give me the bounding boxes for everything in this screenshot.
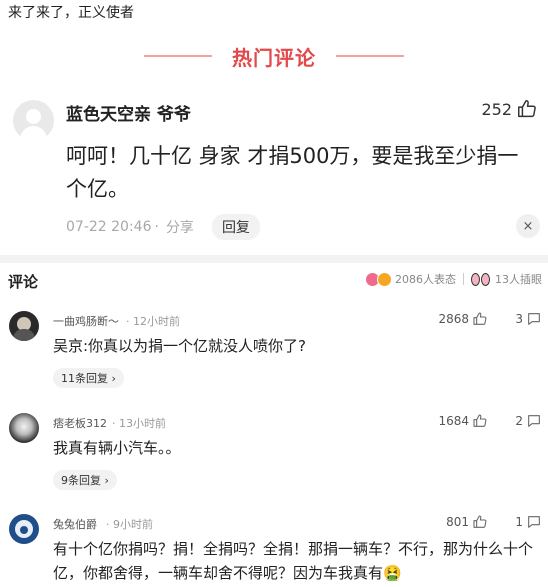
- comment-reply-button[interactable]: 2: [515, 413, 542, 429]
- comment-bubble-icon: [528, 415, 540, 427]
- comment-time: · 13小时前: [112, 417, 166, 430]
- thumbs-up-icon: [518, 100, 536, 118]
- comment-stats[interactable]: 2086人表态 13人插眼: [365, 271, 542, 287]
- viewer-count: 13人插眼: [495, 273, 542, 286]
- comment-like-button[interactable]: 2868: [438, 311, 488, 327]
- comment-text: 有十个亿你捐吗？捐！全捐吗？全捐！那捐一辆车？不行，那为什么十个亿，你都舍得，一…: [53, 540, 534, 582]
- reply-count: 3: [515, 312, 523, 326]
- header-left-rule: [144, 55, 212, 57]
- thumbs-up-icon: [473, 414, 487, 427]
- reply-count: 2: [515, 414, 523, 428]
- reaction-badges: [365, 271, 392, 287]
- comment-username[interactable]: 一曲鸡肠断～: [53, 313, 119, 329]
- comment-like-button[interactable]: 801: [446, 514, 488, 530]
- close-icon[interactable]: ×: [516, 214, 540, 238]
- hot-like-count: 252: [481, 99, 512, 119]
- view-replies-button[interactable]: 11条回复 ›: [53, 368, 124, 388]
- hot-comment-timestamp: 07-22 20:46: [66, 219, 152, 235]
- comment-bubble-icon: [528, 516, 540, 528]
- hot-comment-text: 呵呵！几十亿 身家 才捐500万，要是我至少捐一个亿。: [66, 144, 519, 201]
- list-item: 一曲鸡肠断～ · 12小时前 2868 3 吴京:你真以为捐一个亿就没人喷你了?…: [0, 306, 548, 401]
- thumbs-up-icon: [473, 312, 487, 325]
- reply-count: 1: [515, 515, 523, 529]
- like-count: 2868: [438, 312, 469, 326]
- avatar[interactable]: [9, 311, 39, 341]
- eyes-icon: [471, 272, 491, 286]
- hot-comment-like-button[interactable]: 252: [481, 98, 538, 120]
- hot-comments-title: 热门评论: [232, 45, 316, 70]
- avatar[interactable]: [9, 413, 39, 443]
- comment-reply-button[interactable]: 3: [515, 311, 542, 327]
- avatar[interactable]: [9, 514, 39, 544]
- hot-comment-username[interactable]: 蓝色天空亲 爷爷: [66, 100, 191, 125]
- comment-like-button[interactable]: 1684: [438, 413, 488, 429]
- hot-comments-header: 热门评论: [0, 42, 548, 70]
- list-item: 痞老板312 · 13小时前 1684 2 我真有辆小汽车。。 9条回复 ›: [0, 408, 548, 503]
- emoji-reaction-icon: [377, 271, 392, 287]
- comment-reply-button[interactable]: 1: [515, 514, 542, 530]
- reaction-count: 2086人表态: [395, 273, 456, 286]
- comments-bar: 评论 2086人表态 13人插眼: [0, 265, 548, 295]
- list-item: 兔兔伯爵 · 9小时前 801 1 有十个亿你捐吗？捐！全捐吗？全捐！那捐一辆车…: [0, 509, 548, 587]
- thumbs-up-icon: [473, 515, 487, 528]
- stats-separator: [463, 273, 464, 285]
- comment-username[interactable]: 兔兔伯爵: [53, 516, 97, 532]
- comment-username[interactable]: 痞老板312: [53, 415, 107, 431]
- view-replies-button[interactable]: 9条回复 ›: [53, 470, 117, 490]
- default-avatar-icon[interactable]: [13, 100, 54, 141]
- section-divider: [0, 255, 548, 263]
- comment-time: · 9小时前: [106, 518, 153, 531]
- comment-text: 吴京:你真以为捐一个亿就没人喷你了?: [53, 337, 307, 355]
- hot-comment-meta: 07-22 20:46 · 分享 回复: [66, 214, 260, 240]
- comment-text: 我真有辆小汽车。。: [53, 439, 181, 457]
- previous-comment-text: 来了来了，正义使者: [8, 5, 134, 21]
- comment-bubble-icon: [528, 313, 540, 325]
- comments-label: 评论: [8, 273, 39, 291]
- like-count: 801: [446, 515, 469, 529]
- meta-dot: ·: [154, 219, 159, 235]
- like-count: 1684: [438, 414, 469, 428]
- reply-button[interactable]: 回复: [211, 214, 260, 240]
- header-right-rule: [336, 55, 404, 57]
- share-button[interactable]: 分享: [166, 217, 194, 237]
- comment-time: · 12小时前: [126, 315, 180, 328]
